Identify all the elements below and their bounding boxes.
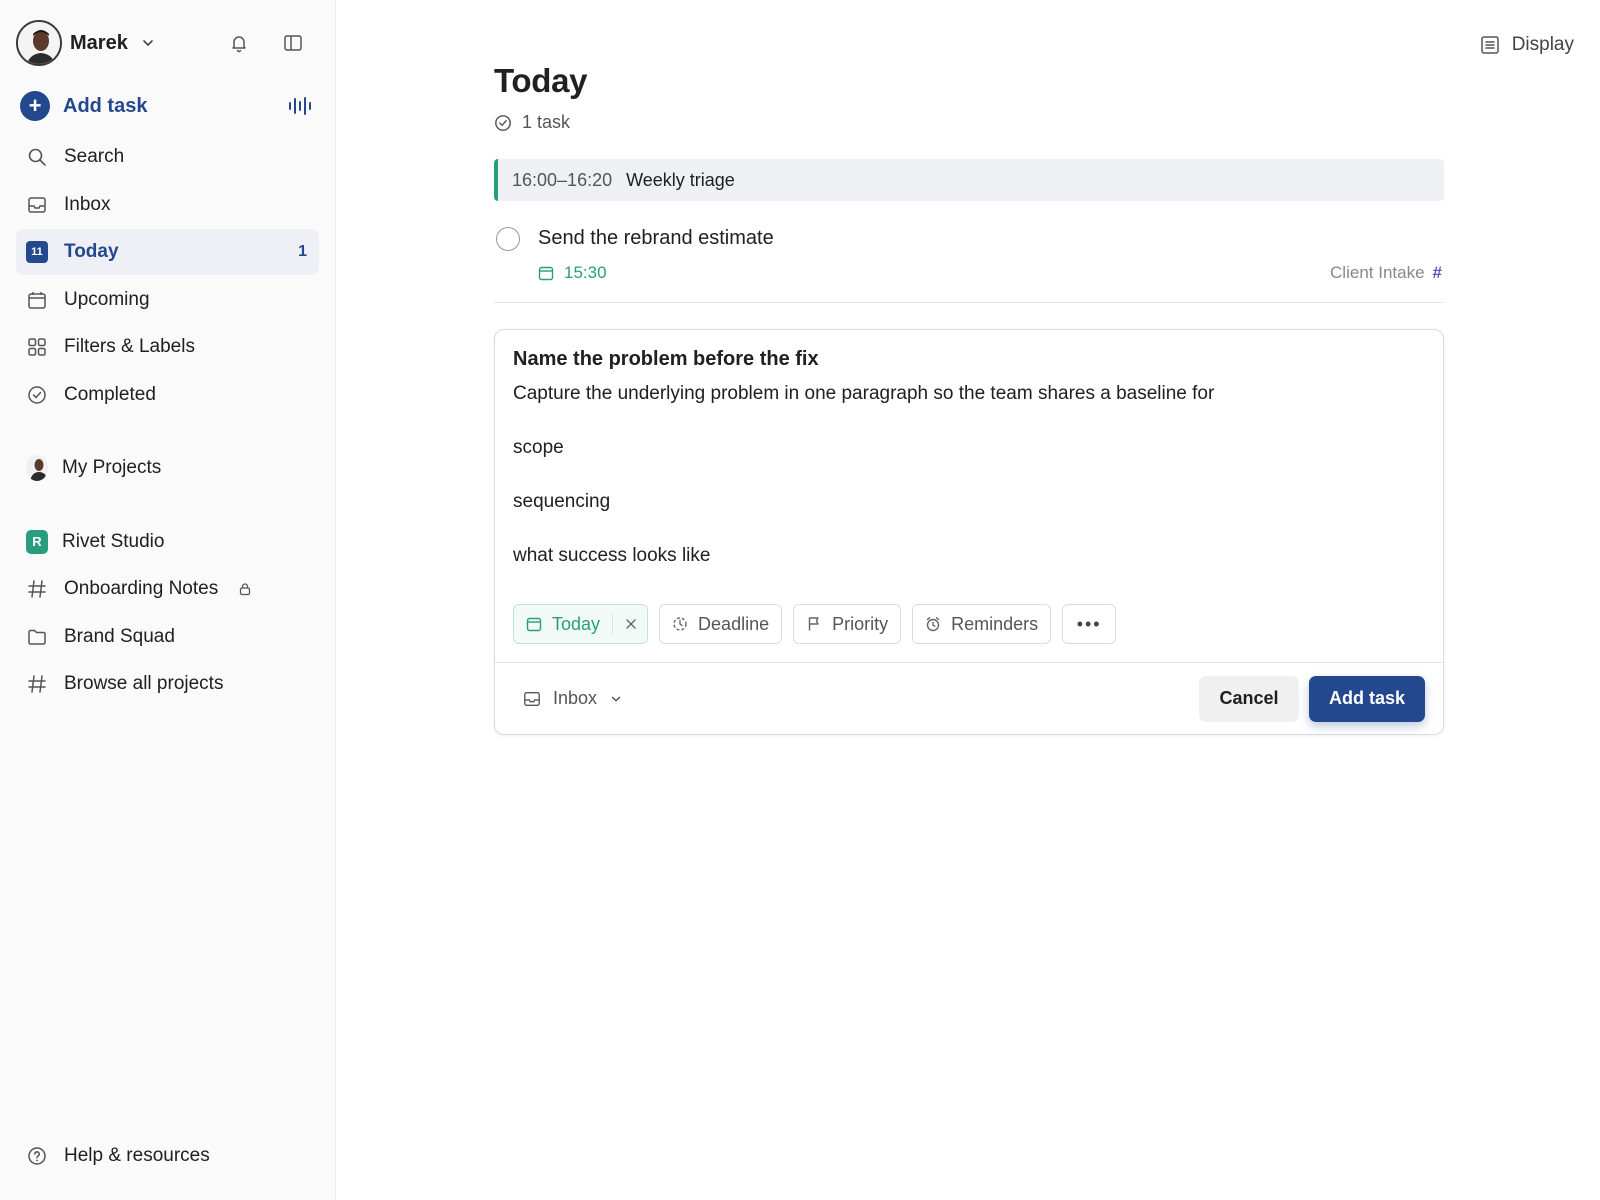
sidebar-item-label: My Projects <box>62 457 162 478</box>
task-project[interactable]: Client Intake # <box>1330 263 1442 283</box>
due-date-chip[interactable]: Today <box>513 604 649 644</box>
sidebar-item-label: Upcoming <box>64 288 150 310</box>
sidebar-item-my-projects[interactable]: My Projects <box>16 445 319 491</box>
workspace-badge: R <box>26 529 48 554</box>
description-line: what success looks like <box>513 545 711 566</box>
calendar-icon <box>538 266 554 281</box>
event-time: 16:00–16:20 <box>512 169 613 190</box>
sidebar-item-label: Browse all projects <box>64 673 224 694</box>
description-line: Capture the underlying problem in one pa… <box>513 383 1215 404</box>
deadline-chip[interactable]: Deadline <box>659 604 783 644</box>
cancel-button[interactable]: Cancel <box>1199 675 1299 722</box>
task-count-label: 1 task <box>522 112 571 132</box>
sidebar-item-label: Brand Squad <box>64 625 175 647</box>
chevron-down-icon <box>143 40 153 47</box>
priority-chip[interactable]: Priority <box>793 604 902 644</box>
task-title: Send the rebrand estimate <box>538 227 774 249</box>
deadline-label: Deadline <box>698 613 770 634</box>
task-due-time: 15:30 <box>564 263 607 282</box>
task-count: 1 task <box>494 112 1444 133</box>
reminders-label: Reminders <box>951 613 1039 634</box>
priority-label: Priority <box>832 613 889 634</box>
task-checkbox[interactable] <box>496 227 520 251</box>
hash-icon <box>26 673 48 695</box>
sidebar-item-label: Filters & Labels <box>64 336 195 357</box>
calendar-event[interactable]: 16:00–16:20 Weekly triage <box>494 159 1444 201</box>
deadline-icon <box>673 617 687 631</box>
inbox-icon <box>26 194 48 216</box>
hash-icon: # <box>1432 263 1442 282</box>
alarm-icon <box>926 617 940 632</box>
user-menu[interactable]: Marek <box>16 20 156 66</box>
search-icon <box>26 146 48 168</box>
project-select-label: Inbox <box>553 688 598 708</box>
avatar <box>26 455 48 481</box>
task-editor: Name the problem before the fix Capture … <box>494 329 1444 735</box>
voice-wave-icon[interactable] <box>287 96 313 116</box>
lock-icon <box>240 583 251 596</box>
chevron-down-icon <box>611 696 621 702</box>
sidebar: Marek + Add task Search Inbox 11 Today 1… <box>0 0 336 1200</box>
main-content: Display Today 1 task 16:00–16:20 Weekly … <box>336 0 1600 1200</box>
sidebar-item-filters[interactable]: Filters & Labels <box>16 324 319 370</box>
sidebar-item-brand-squad[interactable]: Brand Squad <box>16 614 319 660</box>
event-title: Weekly triage <box>626 169 735 190</box>
add-task-label: Add task <box>63 94 148 117</box>
display-label: Display <box>1511 34 1574 55</box>
sidebar-item-label: Today <box>64 241 119 262</box>
calendar-today-icon: 11 <box>26 241 48 263</box>
sidebar-item-label: Inbox <box>64 193 111 215</box>
close-icon[interactable] <box>625 618 637 630</box>
sidebar-toggle-icon[interactable] <box>281 31 305 55</box>
task-item[interactable]: Send the rebrand estimate 15:30 Client I… <box>494 201 1444 303</box>
description-line: scope <box>513 437 564 458</box>
folder-icon <box>26 626 48 648</box>
avatar <box>16 20 62 66</box>
sidebar-item-workspace[interactable]: R Rivet Studio <box>16 519 319 565</box>
bell-icon[interactable] <box>227 31 251 55</box>
sidebar-item-today[interactable]: 11 Today 1 <box>16 229 319 275</box>
more-icon: ••• <box>1076 613 1102 634</box>
inbox-icon <box>524 691 540 706</box>
check-circle-icon <box>495 114 511 131</box>
user-name: Marek <box>70 31 128 54</box>
sidebar-item-inbox[interactable]: Inbox <box>16 182 319 228</box>
editor-footer: Inbox Cancel Add task <box>495 662 1443 734</box>
grid-icon <box>26 336 48 358</box>
sidebar-item-completed[interactable]: Completed <box>16 372 319 418</box>
page-title: Today <box>494 62 588 99</box>
sidebar-item-onboarding-notes[interactable]: Onboarding Notes <box>16 566 319 612</box>
project-select[interactable]: Inbox <box>523 688 623 709</box>
display-button[interactable]: Display <box>1480 34 1574 56</box>
sidebar-item-label: Search <box>64 146 125 167</box>
sidebar-item-upcoming[interactable]: Upcoming <box>16 277 319 323</box>
sidebar-item-search[interactable]: Search <box>16 134 319 180</box>
reminders-chip[interactable]: Reminders <box>912 604 1052 644</box>
sidebar-item-help[interactable]: Help & resources <box>16 1133 319 1179</box>
help-icon <box>26 1145 48 1167</box>
sidebar-item-label: Rivet Studio <box>62 530 165 552</box>
calendar-icon <box>26 289 48 311</box>
sidebar-item-browse-projects[interactable]: Browse all projects <box>16 661 319 707</box>
sidebar-item-label: Completed <box>64 383 156 405</box>
description-line: sequencing <box>513 491 611 512</box>
sidebar-item-label: Onboarding Notes <box>64 578 219 599</box>
task-project-name: Client Intake <box>1330 263 1425 282</box>
sidebar-item-label: Help & resources <box>64 1144 210 1166</box>
flag-icon <box>808 617 819 631</box>
add-task-button[interactable]: + Add task <box>16 86 319 126</box>
task-due-date: 15:30 <box>538 263 607 283</box>
task-description-input[interactable]: Capture the underlying problem in one pa… <box>513 380 1413 596</box>
plus-icon: + <box>20 91 50 121</box>
hash-icon <box>26 578 48 600</box>
calendar-icon <box>526 617 542 632</box>
due-date-label: Today <box>552 613 601 634</box>
today-count: 1 <box>298 243 307 260</box>
sidebar-header: Marek <box>16 0 319 86</box>
add-task-submit-button[interactable]: Add task <box>1309 675 1425 722</box>
task-name-input[interactable]: Name the problem before the fix <box>513 348 819 371</box>
check-circle-icon <box>26 384 48 406</box>
display-icon <box>1480 36 1499 54</box>
more-options-button[interactable]: ••• <box>1062 604 1117 644</box>
